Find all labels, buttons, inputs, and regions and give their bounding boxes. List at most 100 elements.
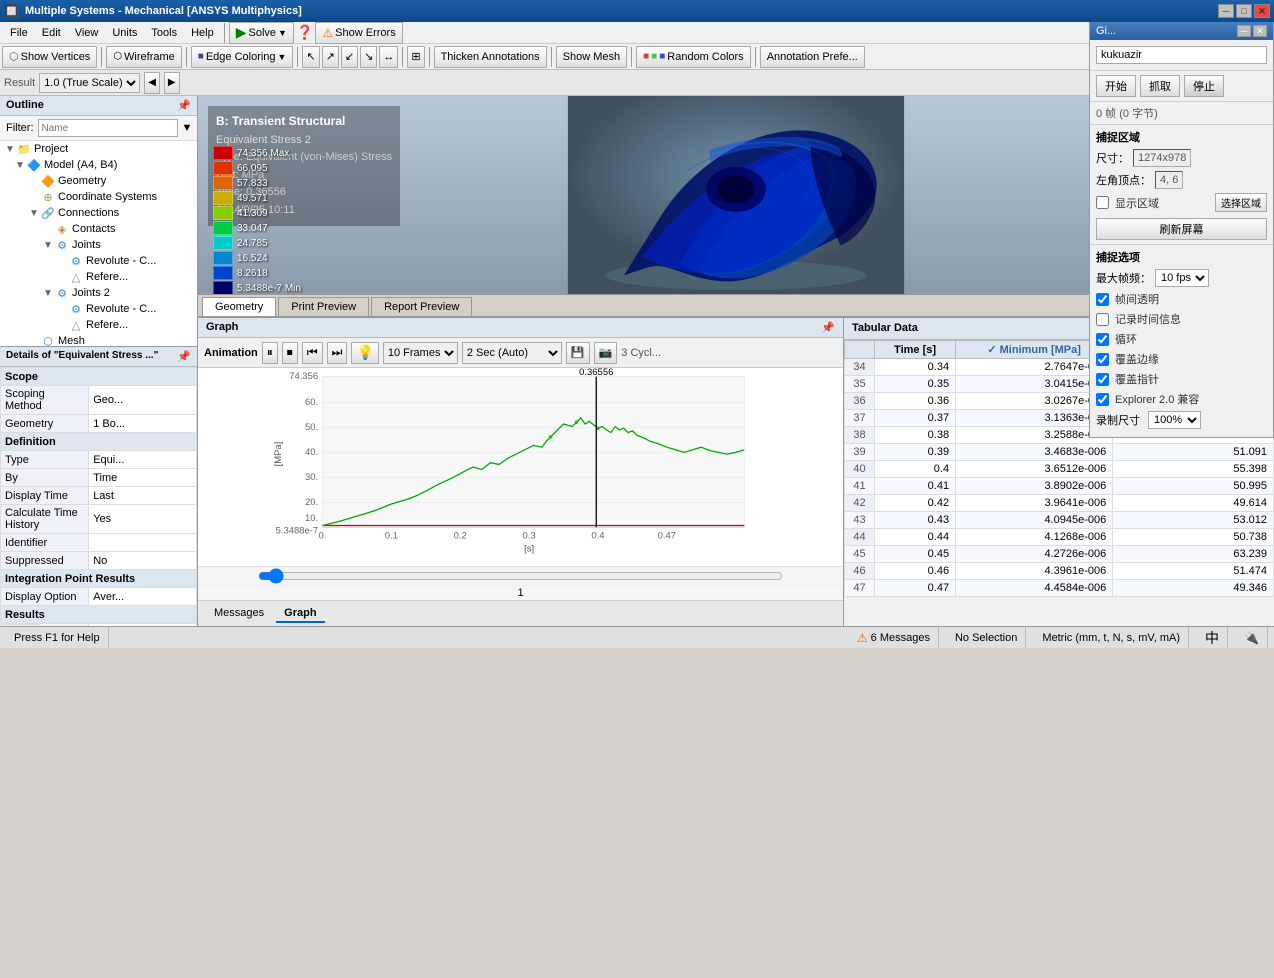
detail-geometry-key: Geometry [1,415,89,433]
arrow-tool-1[interactable]: ↖ [302,46,319,68]
detail-calc-history-key: Calculate Time History [1,505,89,534]
arrow-tool-2[interactable]: ↗ [322,46,339,68]
maximize-button[interactable]: □ [1236,4,1252,18]
fp-stop-btn[interactable]: 停止 [1184,75,1224,97]
fp-record-size-row: 录制尺寸 100% 75% 50% [1096,411,1267,429]
edge-coloring-button[interactable]: ■ Edge Coloring ▼ [191,46,294,68]
show-mesh-button[interactable]: Show Mesh [556,46,627,68]
anim-pause-btn[interactable]: ⏸ [262,342,278,364]
menu-units[interactable]: Units [106,25,143,41]
result-scale-select[interactable]: 1.0 (True Scale) [39,73,140,93]
arrow-tool-3[interactable]: ↙ [341,46,358,68]
annotation-prefs-button[interactable]: Annotation Prefe... [760,46,865,68]
anim-export-btn[interactable]: 💾 [566,342,590,364]
tree-ref2[interactable]: △ Refere... [0,317,197,333]
fp-show-area-check[interactable] [1096,196,1109,209]
tab-report-preview[interactable]: Report Preview [371,297,472,316]
fp-minimize[interactable]: ─ [1237,25,1251,37]
tab-graph[interactable]: Graph [276,605,324,623]
fp-username-input[interactable] [1096,46,1267,64]
fp-close[interactable]: ✕ [1253,25,1267,37]
tree-contacts[interactable]: ◈ Contacts [0,221,197,237]
tree-model[interactable]: ▼ 🔷 Model (A4, B4) [0,157,197,173]
fp-select-area-btn[interactable]: 选择区域 [1215,193,1267,212]
anim-prev-btn[interactable]: ⏮ [302,342,323,364]
tree-connections[interactable]: ▼ 🔗 Connections [0,205,197,221]
close-button[interactable]: ✕ [1254,4,1270,18]
menu-file[interactable]: File [4,25,34,41]
fp-record-size-select[interactable]: 100% 75% 50% [1148,411,1201,429]
menu-view[interactable]: View [69,25,105,41]
section-scope: Scope [1,368,197,386]
fp-start-btn[interactable]: 开始 [1096,75,1136,97]
frames-select[interactable]: 10 Frames [383,342,458,364]
graph-panel: Graph 📌 Animation ⏸ ⏹ ⏮ ⏭ 💡 10 Frames 2 … [198,318,844,626]
app-title: Multiple Systems - Mechanical [ANSYS Mul… [25,5,302,17]
color-legend: 74.356 Max 66.095 57.833 49.571 41.309 3… [213,146,301,294]
fp-cover-edge-row: 覆盖边缘 [1096,351,1267,367]
fp-inter-check[interactable] [1096,293,1109,306]
graph-pin[interactable]: 📌 [821,321,835,334]
detail-type-key: Type [1,451,89,469]
snap-button[interactable]: ⊞ [407,46,424,68]
table-row: 390.393.4683e-00651.091 [845,444,1274,461]
anim-light-btn[interactable]: 💡 [351,342,378,364]
tree-mesh[interactable]: ⬡ Mesh [0,333,197,346]
menu-tools[interactable]: Tools [145,25,183,41]
minimize-button[interactable]: ─ [1218,4,1234,18]
tree-geometry[interactable]: 🔶 Geometry [0,173,197,189]
show-errors-button[interactable]: ⚠ Show Errors [315,22,402,44]
result-play-btn[interactable]: ▶ [164,72,180,94]
menu-help[interactable]: Help [185,25,220,41]
result-nav-btn[interactable]: ◀ [144,72,160,94]
graph-slider[interactable] [258,569,783,583]
tree-revolute2[interactable]: ⚙ Revolute - C... [0,301,197,317]
solve-button[interactable]: ▶ Solve ▼ [229,22,294,44]
tree-joints[interactable]: ▼ ⚙ Joints [0,237,197,253]
detail-identifier-key: Identifier [1,534,89,552]
tab-print-preview[interactable]: Print Preview [278,297,369,316]
table-row: 460.464.3961e-00651.474 [845,563,1274,580]
filter-input[interactable] [38,119,178,137]
fp-cover-edge-check[interactable] [1096,353,1109,366]
fp-cover-cursor-check[interactable] [1096,373,1109,386]
anim-next-btn[interactable]: ⏭ [327,342,348,364]
tab-geometry[interactable]: Geometry [202,297,276,316]
tree-joints2[interactable]: ▼ ⚙ Joints 2 [0,285,197,301]
svg-text:0.36556: 0.36556 [579,368,613,378]
fp-explorer-check[interactable] [1096,393,1109,406]
random-colors-button[interactable]: ■■■ Random Colors [636,46,751,68]
detail-suppressed-key: Suppressed [1,552,89,570]
section-definition: Definition [1,433,197,451]
tree-revolute1[interactable]: ⚙ Revolute - C... [0,253,197,269]
table-row: 440.444.1268e-00650.738 [845,529,1274,546]
fp-capture-btn[interactable]: 抓取 [1140,75,1180,97]
detail-scoping-method-key: Scoping Method [1,386,89,415]
wireframe-button[interactable]: ⬡ Wireframe [106,46,181,68]
thicken-button[interactable]: Thicken Annotations [434,46,547,68]
arrow-tool-4[interactable]: ↘ [360,46,377,68]
fp-refresh-btn[interactable]: 刷新屏幕 [1096,218,1267,240]
fp-record-time-check[interactable] [1096,313,1109,326]
fp-explorer-row: Explorer 2.0 兼容 [1096,391,1267,407]
show-vertices-button[interactable]: ⬡ Show Vertices [2,46,97,68]
table-row: 400.43.6512e-00655.398 [845,461,1274,478]
tab-messages[interactable]: Messages [206,605,272,623]
tree-ref1[interactable]: △ Refere... [0,269,197,285]
tree-coord[interactable]: ⊕ Coordinate Systems [0,189,197,205]
duration-select[interactable]: 2 Sec (Auto) [462,342,562,364]
tree-project[interactable]: ▼ 📁 Project [0,141,197,157]
fp-loop-check[interactable] [1096,333,1109,346]
anim-camera-btn[interactable]: 📷 [594,342,618,364]
outline-pin[interactable]: 📌 [177,99,191,112]
svg-text:74.356: 74.356 [289,371,318,382]
arrow-tool-5[interactable]: ↔ [379,46,398,68]
col-num [845,341,875,359]
fp-area-btns: 显示区域 选择区域 [1096,193,1267,212]
title-bar: 🔲 Multiple Systems - Mechanical [ANSYS M… [0,0,1274,22]
details-pin[interactable]: 📌 [177,350,191,363]
menu-edit[interactable]: Edit [36,25,67,41]
fp-fps-select[interactable]: 10 fps 5 fps 15 fps 30 fps [1155,269,1209,287]
detail-display-time-val: Last [89,487,197,505]
anim-stop-btn[interactable]: ⏹ [282,342,298,364]
